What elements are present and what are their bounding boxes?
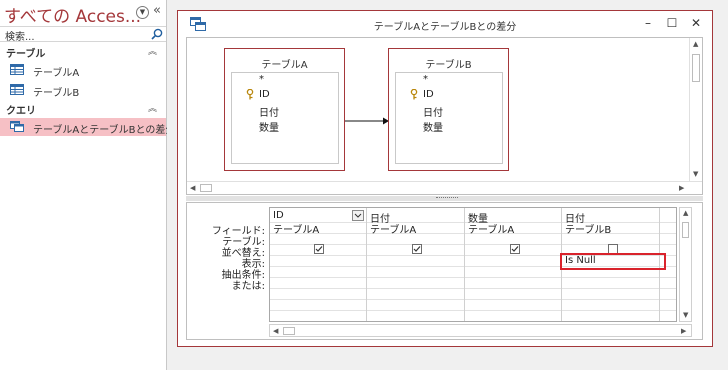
- show-checkbox[interactable]: [314, 244, 324, 254]
- nav-item-table-b[interactable]: テーブルB: [0, 81, 166, 99]
- scroll-right-icon[interactable]: ▶: [679, 184, 684, 192]
- splitter-grip[interactable]: [436, 197, 458, 199]
- nav-group-tables[interactable]: テーブル ︽: [0, 44, 166, 60]
- field-item[interactable]: 日付: [259, 104, 279, 119]
- query-design-grid[interactable]: ID テーブルA 日付 テーブルA 数量 テーブルA 日付 テーブルB Is N…: [269, 207, 677, 322]
- nav-menu-dropdown-icon[interactable]: ▼: [136, 6, 149, 19]
- scroll-right-icon[interactable]: ▶: [681, 327, 686, 335]
- nav-title[interactable]: すべての Acces...: [4, 2, 141, 27]
- field-list-table-a[interactable]: テーブルA * ID 日付 数量: [224, 48, 345, 171]
- field-list-title: テーブルA: [261, 60, 308, 71]
- app-right-edge: [717, 0, 728, 370]
- nav-group-label: クエリ: [6, 106, 36, 117]
- table-diagram-pane[interactable]: テーブルA * ID 日付 数量 テーブルB * ID 日付 数量 ▲ ▼ ◀ …: [186, 37, 703, 195]
- field-dropdown-button[interactable]: [352, 210, 364, 221]
- field-item[interactable]: ID: [423, 89, 434, 100]
- grid-table-cell[interactable]: テーブルA: [370, 221, 416, 236]
- field-item[interactable]: 数量: [423, 119, 443, 134]
- scrollbar-thumb[interactable]: [682, 222, 689, 238]
- minimize-button[interactable]: –: [638, 14, 658, 32]
- close-button[interactable]: ✕: [686, 14, 706, 32]
- show-checkbox[interactable]: [510, 244, 520, 254]
- scroll-up-icon[interactable]: ▲: [693, 40, 698, 48]
- nav-group-queries[interactable]: クエリ ︽: [0, 101, 166, 117]
- design-grid-pane: フィールド: テーブル: 並べ替え: 表示: 抽出条件: または: ID テーブ…: [186, 202, 703, 340]
- nav-item-query-diff[interactable]: テーブルAとテーブルBとの差分: [0, 118, 175, 136]
- primary-key-icon: [246, 89, 254, 100]
- relationship-line[interactable]: [345, 116, 389, 126]
- checkmark-icon: [511, 246, 519, 252]
- show-checkbox[interactable]: [412, 244, 422, 254]
- scroll-left-icon[interactable]: ◀: [190, 184, 195, 192]
- grid-horizontal-scrollbar[interactable]: ◀ ▶: [269, 324, 692, 337]
- shutter-bar-collapse-icon[interactable]: «: [153, 3, 161, 18]
- nav-search-box[interactable]: 検索...: [0, 26, 166, 43]
- nav-item-label: テーブルAとテーブルBとの差分: [33, 125, 176, 136]
- scroll-down-icon[interactable]: ▼: [683, 311, 688, 319]
- criteria-highlight-box: [560, 253, 666, 270]
- field-item[interactable]: *: [259, 74, 264, 85]
- grid-field-cell[interactable]: ID: [273, 210, 284, 221]
- field-item[interactable]: ID: [259, 89, 270, 100]
- nav-splitter[interactable]: [167, 0, 175, 370]
- field-list-title: テーブルB: [425, 60, 472, 71]
- query-icon: [10, 121, 24, 132]
- table-icon: [10, 84, 24, 95]
- row-label-or: または:: [231, 281, 265, 292]
- nav-item-label: テーブルA: [33, 68, 80, 79]
- window-title: テーブルAとテーブルBとの差分: [373, 22, 517, 33]
- nav-item-table-a[interactable]: テーブルA: [0, 61, 166, 79]
- grid-table-cell[interactable]: テーブルA: [468, 221, 514, 236]
- chevron-up-icon[interactable]: ︽: [148, 44, 157, 57]
- grid-table-cell[interactable]: テーブルA: [273, 221, 319, 236]
- horizontal-scrollbar[interactable]: ◀ ▶: [187, 181, 702, 194]
- scroll-left-icon[interactable]: ◀: [273, 327, 278, 335]
- table-icon: [10, 64, 24, 75]
- nav-item-label: テーブルB: [33, 88, 80, 99]
- navigation-pane: すべての Acces... ▼ « 検索... テーブル ︽ テーブルA テーブ…: [0, 0, 175, 370]
- window-titlebar[interactable]: テーブルAとテーブルBとの差分 – ☐ ✕: [178, 11, 712, 37]
- scroll-down-icon[interactable]: ▼: [693, 170, 698, 178]
- checkmark-icon: [413, 246, 421, 252]
- field-list-table-b[interactable]: テーブルB * ID 日付 数量: [388, 48, 509, 171]
- query-design-window: テーブルAとテーブルBとの差分 – ☐ ✕ テーブルA * ID 日付 数量 テ…: [177, 10, 713, 347]
- pane-splitter[interactable]: [186, 196, 703, 201]
- grid-vertical-scrollbar[interactable]: ▲ ▼: [679, 207, 692, 322]
- grid-table-cell[interactable]: テーブルB: [565, 221, 611, 236]
- field-item[interactable]: 日付: [423, 104, 443, 119]
- nav-header: すべての Acces... ▼ «: [0, 0, 166, 27]
- search-input[interactable]: 検索...: [5, 28, 35, 43]
- field-list[interactable]: * ID 日付 数量: [395, 72, 503, 164]
- primary-key-icon: [410, 89, 418, 100]
- field-list[interactable]: * ID 日付 数量: [231, 72, 339, 164]
- scrollbar-thumb[interactable]: [283, 327, 295, 335]
- field-item[interactable]: *: [423, 74, 428, 85]
- search-icon[interactable]: [150, 27, 164, 41]
- checkmark-icon: [315, 246, 323, 252]
- vertical-scrollbar[interactable]: ▲ ▼: [689, 38, 702, 182]
- nav-group-label: テーブル: [6, 49, 46, 60]
- chevron-up-icon[interactable]: ︽: [148, 101, 157, 114]
- chevron-down-icon: [354, 213, 362, 218]
- scroll-up-icon[interactable]: ▲: [683, 209, 688, 217]
- restore-button[interactable]: ☐: [662, 14, 682, 32]
- field-item[interactable]: 数量: [259, 119, 279, 134]
- scrollbar-thumb[interactable]: [200, 184, 212, 192]
- scrollbar-thumb[interactable]: [692, 54, 700, 82]
